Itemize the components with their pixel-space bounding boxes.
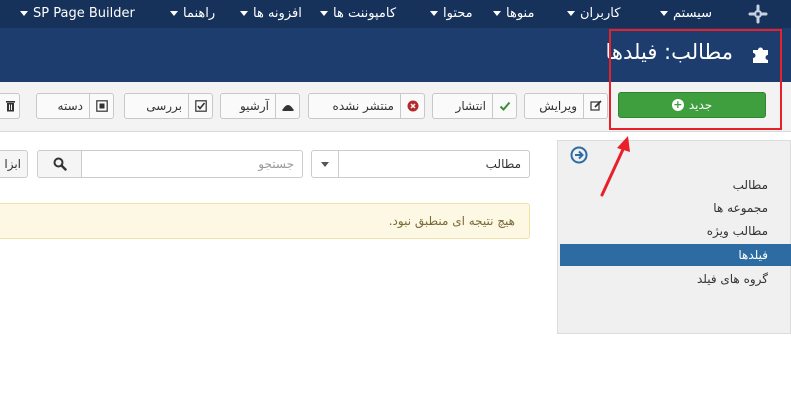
sidebar-item-articles[interactable]: مطالب <box>560 174 768 196</box>
menu-menus[interactable]: منوها <box>493 0 534 28</box>
trash-button[interactable] <box>0 93 20 119</box>
caret-down-icon <box>320 11 328 16</box>
menu-components[interactable]: کامپوننت ها <box>320 0 396 28</box>
trash-icon <box>0 94 22 118</box>
caret-down-icon <box>20 11 28 16</box>
caret-down-icon <box>240 11 248 16</box>
sidebar-item-categories[interactable]: مجموعه ها <box>560 197 768 219</box>
caret-down-icon <box>567 11 575 16</box>
caret-down-icon <box>170 11 178 16</box>
menu-extensions[interactable]: افزونه ها <box>240 0 302 28</box>
search-icon <box>53 157 67 171</box>
menu-sp-page-builder[interactable]: SP Page Builder <box>20 0 135 28</box>
caret-down-icon <box>660 11 668 16</box>
search-input[interactable] <box>81 150 303 178</box>
sidebar-item-featured[interactable]: مطالب ویژه <box>560 220 768 242</box>
joomla-logo-icon[interactable] <box>748 4 768 24</box>
publish-button[interactable]: انتشار <box>432 93 517 119</box>
arrow-circle-right-icon[interactable] <box>570 146 588 164</box>
alert-message: هیچ نتیجه ای منطبق نبود. <box>388 214 515 228</box>
menu-content[interactable]: محتوا <box>430 0 473 28</box>
edit-icon <box>583 94 607 118</box>
annotation-arrow-icon <box>600 136 630 197</box>
batch-square-icon <box>89 94 113 118</box>
batch-button[interactable]: دسته <box>36 93 114 119</box>
search-button[interactable] <box>37 150 82 178</box>
archive-button[interactable]: آرشیو <box>220 93 300 119</box>
caret-down-icon <box>430 11 438 16</box>
top-navbar: سیستم کاربران منوها محتوا کامپوننت ها اف… <box>0 0 791 28</box>
no-results-alert: هیچ نتیجه ای منطبق نبود. <box>0 203 530 239</box>
edit-button[interactable]: ویرایش <box>524 93 608 119</box>
checkin-button[interactable]: بررسی <box>124 93 213 119</box>
chevron-down-icon <box>312 151 339 177</box>
annotation-highlight-box <box>609 29 782 130</box>
sidebar-item-fields[interactable]: فیلدها <box>560 244 791 266</box>
menu-system[interactable]: سیستم <box>660 0 712 28</box>
caret-down-icon <box>493 11 501 16</box>
archive-icon <box>275 94 299 118</box>
unpublish-button[interactable]: منتشر نشده <box>308 93 425 119</box>
search-tools-button[interactable]: ابزا <box>0 150 28 178</box>
checkbox-icon <box>188 94 212 118</box>
context-select[interactable]: مطالب <box>311 150 530 178</box>
menu-users[interactable]: کاربران <box>567 0 620 28</box>
menu-help[interactable]: راهنما <box>170 0 215 28</box>
times-circle-icon <box>400 94 424 118</box>
sidebar-item-field-groups[interactable]: گروه های فیلد <box>560 268 768 290</box>
check-icon <box>492 94 516 118</box>
